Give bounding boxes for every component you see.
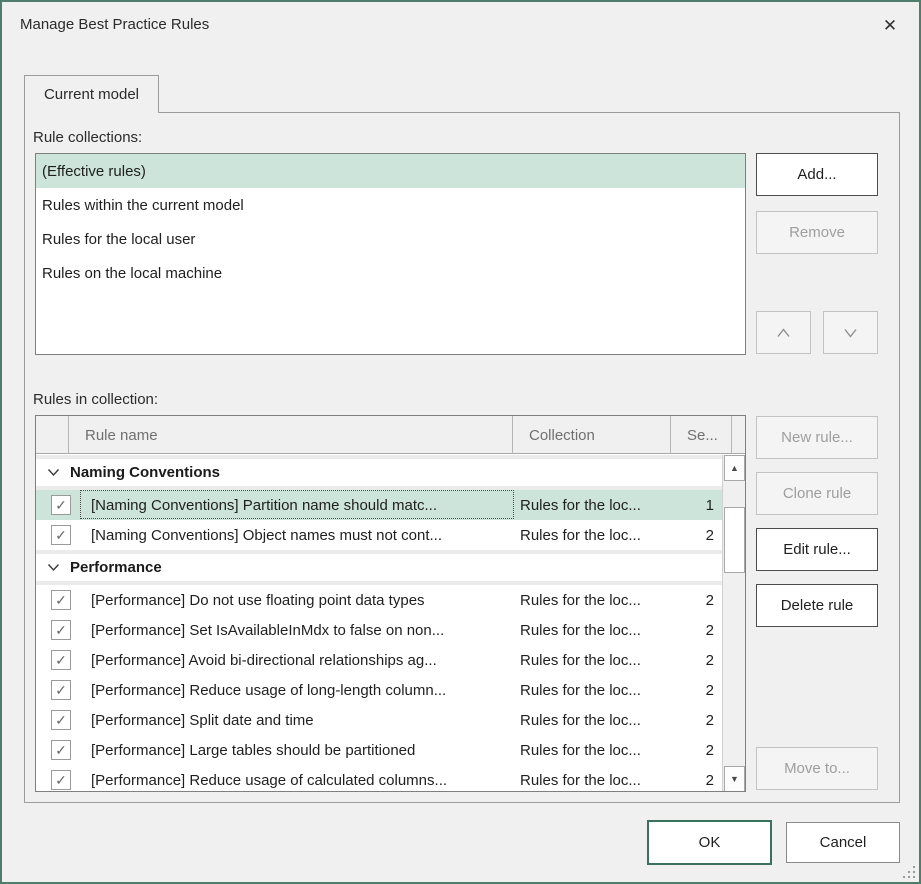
rule-collections-label: Rule collections: <box>33 129 142 146</box>
check-icon: ✓ <box>55 527 67 544</box>
cancel-button[interactable]: Cancel <box>786 822 900 863</box>
checkbox-checked[interactable]: ✓ <box>51 590 71 610</box>
rule-name-cell: [Performance] Split date and time <box>91 705 509 735</box>
group-row-naming-conventions[interactable]: Naming Conventions <box>36 455 722 490</box>
tab-current-model[interactable]: Current model <box>24 75 159 113</box>
delete-rule-button[interactable]: Delete rule <box>756 584 878 627</box>
move-to-button[interactable]: Move to... <box>756 747 878 790</box>
ok-button[interactable]: OK <box>647 820 772 865</box>
group-row-performance[interactable]: Performance <box>36 550 722 585</box>
checkbox-checked[interactable]: ✓ <box>51 650 71 670</box>
severity-cell: 2 <box>636 585 714 615</box>
scroll-up-icon: ▲ <box>730 463 739 473</box>
checkbox-checked[interactable]: ✓ <box>51 525 71 545</box>
rule-row[interactable]: ✓ [Performance] Reduce usage of calculat… <box>36 765 722 792</box>
severity-cell: 2 <box>636 765 714 792</box>
rule-name-cell: [Performance] Do not use floating point … <box>91 585 509 615</box>
move-up-button[interactable] <box>756 311 811 354</box>
scrollbar-thumb[interactable] <box>724 507 745 573</box>
header-checkbox-column[interactable] <box>36 416 69 454</box>
collection-item-effective-rules[interactable]: (Effective rules) <box>36 154 745 188</box>
rule-name-cell: [Performance] Set IsAvailableInMdx to fa… <box>91 615 509 645</box>
check-icon: ✓ <box>55 772 67 789</box>
rule-name-cell: [Naming Conventions] Partition name shou… <box>91 490 509 520</box>
rule-name-cell: [Naming Conventions] Object names must n… <box>91 520 509 550</box>
rule-row[interactable]: ✓ [Performance] Do not use floating poin… <box>36 585 722 615</box>
severity-cell: 2 <box>636 735 714 765</box>
rule-row[interactable]: ✓ [Naming Conventions] Object names must… <box>36 520 722 550</box>
rules-table-header: Rule name Collection Se... <box>36 416 745 454</box>
severity-cell: 2 <box>636 705 714 735</box>
severity-cell: 2 <box>636 520 714 550</box>
scroll-down-icon: ▼ <box>730 774 739 784</box>
severity-cell: 2 <box>636 675 714 705</box>
rules-in-collection-label: Rules in collection: <box>33 391 158 408</box>
move-down-button[interactable] <box>823 311 878 354</box>
check-icon: ✓ <box>55 592 67 609</box>
rule-row[interactable]: ✓ [Performance] Large tables should be p… <box>36 735 722 765</box>
collection-item-current-model[interactable]: Rules within the current model <box>36 188 745 222</box>
check-icon: ✓ <box>55 652 67 669</box>
dialog-title: Manage Best Practice Rules <box>20 16 209 33</box>
close-icon: ✕ <box>883 16 897 36</box>
rule-name-cell: [Performance] Reduce usage of calculated… <box>91 765 509 792</box>
edit-rule-button[interactable]: Edit rule... <box>756 528 878 571</box>
checkbox-checked[interactable]: ✓ <box>51 710 71 730</box>
check-icon: ✓ <box>55 682 67 699</box>
chevron-down-icon <box>843 328 858 338</box>
rule-name-cell: [Performance] Avoid bi-directional relat… <box>91 645 509 675</box>
rules-table: Rule name Collection Se... Naming Conven… <box>35 415 746 792</box>
rule-collections-listbox: (Effective rules) Rules within the curre… <box>35 153 746 355</box>
rule-row[interactable]: ✓ [Performance] Set IsAvailableInMdx to … <box>36 615 722 645</box>
rule-row[interactable]: ✓ [Performance] Split date and time Rule… <box>36 705 722 735</box>
chevron-down-icon[interactable] <box>47 468 60 477</box>
check-icon: ✓ <box>55 712 67 729</box>
check-icon: ✓ <box>55 742 67 759</box>
resize-grip[interactable] <box>901 864 915 878</box>
chevron-down-icon[interactable] <box>47 563 60 572</box>
rule-row[interactable]: ✓ [Naming Conventions] Partition name sh… <box>36 490 722 520</box>
add-button[interactable]: Add... <box>756 153 878 196</box>
rule-row[interactable]: ✓ [Performance] Avoid bi-directional rel… <box>36 645 722 675</box>
rule-name-cell: [Performance] Large tables should be par… <box>91 735 509 765</box>
manage-best-practice-rules-dialog: Manage Best Practice Rules ✕ Current mod… <box>0 0 921 884</box>
group-label: Naming Conventions <box>70 464 220 481</box>
close-button[interactable]: ✕ <box>873 10 907 42</box>
tab-label: Current model <box>44 86 139 103</box>
collection-item-local-machine[interactable]: Rules on the local machine <box>36 256 745 290</box>
checkbox-checked[interactable]: ✓ <box>51 740 71 760</box>
severity-cell: 1 <box>636 490 714 520</box>
scroll-down-button[interactable]: ▼ <box>724 766 745 792</box>
rules-table-body: Naming Conventions ✓ [Naming Conventions… <box>36 455 722 792</box>
checkbox-checked[interactable]: ✓ <box>51 770 71 790</box>
group-label: Performance <box>70 559 162 576</box>
new-rule-button[interactable]: New rule... <box>756 416 878 459</box>
collection-item-local-user[interactable]: Rules for the local user <box>36 222 745 256</box>
header-severity[interactable]: Se... <box>672 416 732 454</box>
scroll-up-button[interactable]: ▲ <box>724 455 745 481</box>
vertical-scrollbar[interactable]: ▲ ▼ <box>722 455 745 792</box>
chevron-up-icon <box>776 328 791 338</box>
checkbox-checked[interactable]: ✓ <box>51 620 71 640</box>
header-rule-name[interactable]: Rule name <box>70 416 513 454</box>
severity-cell: 2 <box>636 645 714 675</box>
clone-rule-button[interactable]: Clone rule <box>756 472 878 515</box>
checkbox-checked[interactable]: ✓ <box>51 680 71 700</box>
remove-button[interactable]: Remove <box>756 211 878 254</box>
check-icon: ✓ <box>55 497 67 514</box>
rule-row[interactable]: ✓ [Performance] Reduce usage of long-len… <box>36 675 722 705</box>
check-icon: ✓ <box>55 622 67 639</box>
rule-name-cell: [Performance] Reduce usage of long-lengt… <box>91 675 509 705</box>
severity-cell: 2 <box>636 615 714 645</box>
checkbox-checked[interactable]: ✓ <box>51 495 71 515</box>
header-collection[interactable]: Collection <box>514 416 671 454</box>
